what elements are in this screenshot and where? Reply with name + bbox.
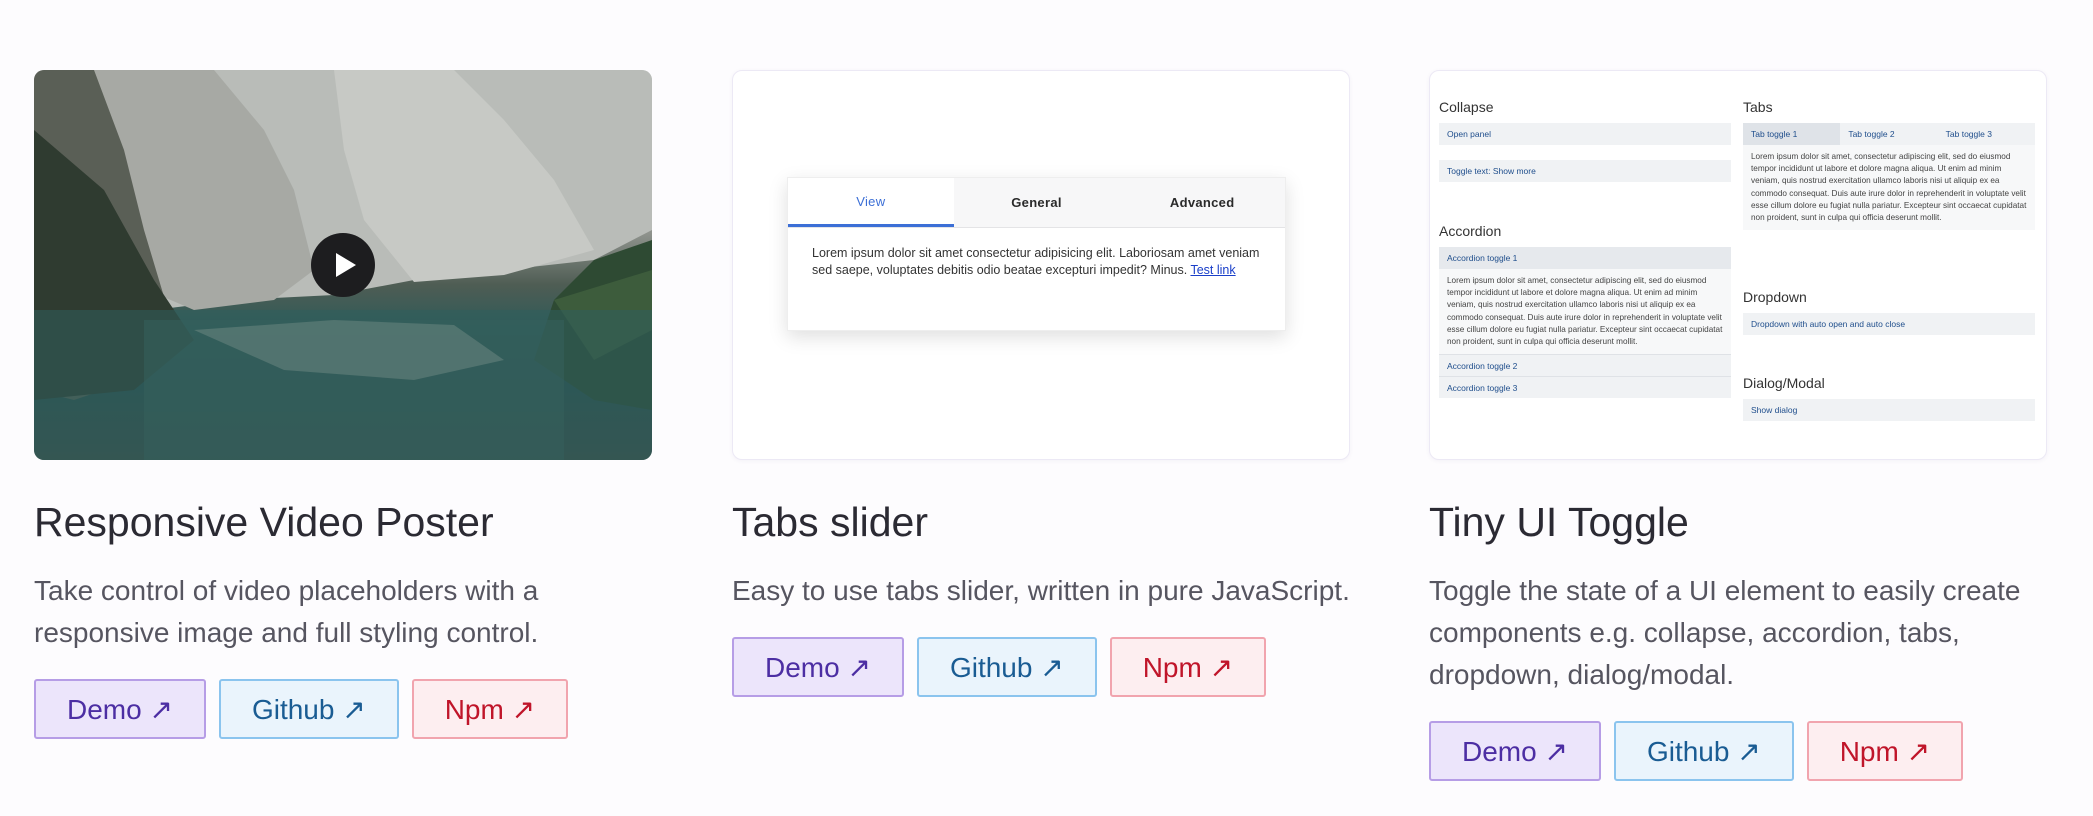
accordion-toggle-3[interactable]: Accordion toggle 3 (1439, 376, 1731, 399)
tabs-panel-text: Lorem ipsum dolor sit amet, consectetur … (1743, 145, 2035, 231)
accordion-toggle-1[interactable]: Accordion toggle 1 (1439, 247, 1731, 269)
card-description: Toggle the state of a UI element to easi… (1429, 575, 2021, 691)
tab-general[interactable]: General (954, 178, 1120, 227)
npm-button[interactable]: Npm ↗ (1109, 637, 1267, 698)
test-link[interactable]: Test link (1190, 263, 1235, 277)
accordion-toggle-2[interactable]: Accordion toggle 2 (1439, 354, 1731, 377)
collapse-heading: Collapse (1439, 99, 1494, 115)
card-buttons: Demo ↗ Github ↗ Npm ↗ (1429, 721, 2047, 782)
collapse-section: Collapse Open panel Toggle text: Show mo… (1439, 99, 1731, 182)
accordion: Accordion toggle 1 Lorem ipsum dolor sit… (1439, 247, 1731, 399)
card-responsive-video-poster: Responsive Video Poster Take control of … (34, 70, 652, 740)
dialog-section: Dialog/Modal Show dialog (1743, 375, 2035, 421)
tab-advanced[interactable]: Advanced (1119, 178, 1285, 227)
open-panel-toggle[interactable]: Open panel (1439, 123, 1731, 145)
card-buttons: Demo ↗ Github ↗ Npm ↗ (34, 679, 652, 740)
demo-button[interactable]: Demo ↗ (732, 637, 904, 698)
demo-button[interactable]: Demo ↗ (34, 679, 206, 740)
card-tiny-ui-toggle: Collapse Open panel Toggle text: Show mo… (1429, 70, 2047, 782)
dialog-heading: Dialog/Modal (1743, 375, 1825, 391)
demo-button[interactable]: Demo ↗ (1429, 721, 1601, 782)
card-buttons: Demo ↗ Github ↗ Npm ↗ (732, 637, 1350, 698)
dropdown-section: Dropdown Dropdown with auto open and aut… (1743, 289, 2035, 335)
tab-toggle-2[interactable]: Tab toggle 2 (1840, 123, 1937, 145)
github-button[interactable]: Github ↗ (218, 679, 399, 740)
tab-panel: Lorem ipsum dolor sit amet consectetur a… (788, 228, 1285, 296)
card-title: Responsive Video Poster (34, 499, 494, 545)
card-title: Tiny UI Toggle (1429, 499, 1689, 545)
npm-button[interactable]: Npm ↗ (1806, 721, 1964, 782)
show-more-toggle[interactable]: Toggle text: Show more (1439, 160, 1731, 182)
tabs-widget: View General Advanced Lorem ipsum dolor … (787, 177, 1286, 331)
card-description: Take control of video placeholders with … (34, 575, 539, 649)
tab-toggle-1[interactable]: Tab toggle 1 (1743, 123, 1841, 145)
accordion-heading: Accordion (1439, 223, 1502, 239)
tabs-section: Tabs Tab toggle 1 Tab toggle 2 Tab toggl… (1743, 99, 2035, 231)
show-dialog-toggle[interactable]: Show dialog (1743, 399, 2035, 421)
card-tabs-slider: View General Advanced Lorem ipsum dolor … (732, 70, 1350, 698)
video-poster-image[interactable] (34, 70, 652, 460)
dropdown-heading: Dropdown (1743, 289, 1807, 305)
github-button[interactable]: Github ↗ (916, 637, 1097, 698)
accordion-panel-text: Lorem ipsum dolor sit amet, consectetur … (1447, 276, 1723, 347)
tabs-toggle-row: Tab toggle 1 Tab toggle 2 Tab toggle 3 (1743, 123, 2035, 145)
github-button[interactable]: Github ↗ (1613, 721, 1794, 782)
tab-row: View General Advanced (788, 178, 1285, 228)
card-title: Tabs slider (732, 499, 928, 545)
play-icon[interactable] (311, 233, 375, 297)
tab-view[interactable]: View (788, 178, 954, 227)
npm-button[interactable]: Npm ↗ (411, 679, 569, 740)
tabs-slider-preview[interactable]: View General Advanced Lorem ipsum dolor … (732, 70, 1350, 460)
dropdown-toggle[interactable]: Dropdown with auto open and auto close (1743, 313, 2035, 335)
accordion-section: Accordion Accordion toggle 1 Lorem ipsum… (1439, 223, 1731, 399)
card-description: Easy to use tabs slider, written in pure… (732, 575, 1350, 607)
tab-toggle-3[interactable]: Tab toggle 3 (1938, 123, 2035, 145)
tiny-ui-toggle-preview[interactable]: Collapse Open panel Toggle text: Show mo… (1429, 70, 2047, 460)
tabs-heading: Tabs (1743, 99, 1773, 115)
